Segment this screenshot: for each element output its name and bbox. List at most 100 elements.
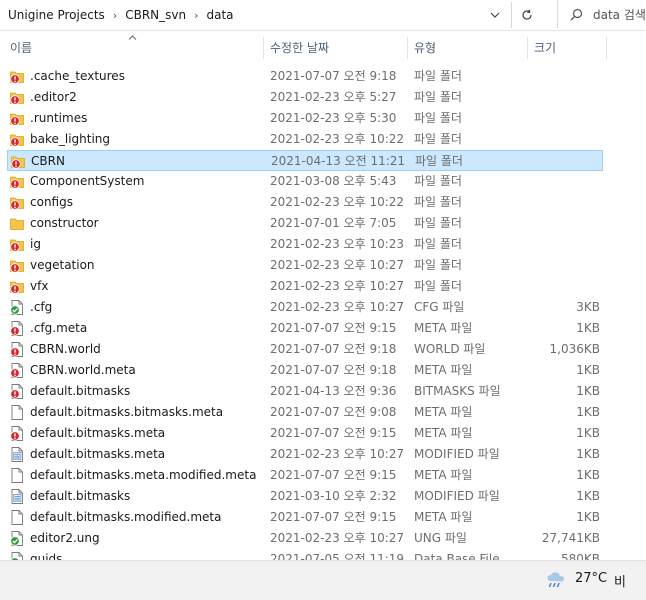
search-input[interactable]: data 검색	[593, 6, 646, 23]
file-name: configs	[30, 195, 73, 209]
file-modified-date: 2021-07-07 오전 9:18	[270, 363, 397, 377]
refresh-button[interactable]	[514, 4, 540, 26]
chevron-right-icon[interactable]: ›	[113, 9, 117, 22]
file-size: 3KB	[576, 300, 600, 314]
file-type: META 파일	[414, 426, 473, 440]
file-type: BITMASKS 파일	[414, 384, 501, 398]
file-row[interactable]: default.bitmasks 2021-03-10 오후 2:32 MODIFI…	[7, 486, 603, 507]
file-row[interactable]: CBRN 2021-04-13 오전 11:21 파일 폴더	[7, 150, 603, 171]
file-row[interactable]: ComponentSystem 2021-03-08 오후 5:43 파일 폴더	[7, 171, 603, 192]
file-modified-date: 2021-04-13 오전 9:36	[270, 384, 397, 398]
file-type: 파일 폴더	[414, 258, 462, 272]
file-row[interactable]: .runtimes 2021-02-23 오후 5:30 파일 폴더	[7, 108, 603, 129]
file-row[interactable]: .cfg.meta 2021-07-07 오전 9:15 META 파일 1KB	[7, 318, 603, 339]
weather-temperature[interactable]: 27°C	[575, 571, 607, 586]
file-name: editor2.ung	[30, 531, 100, 545]
address-bar[interactable]: Unigine Projects › CBRN_svn › data data …	[0, 0, 646, 31]
file-name: ComponentSystem	[30, 174, 145, 188]
file-modified-date: 2021-07-07 오전 9:08	[270, 405, 397, 419]
folder-conflict-icon	[10, 279, 24, 294]
file-size: 1KB	[576, 405, 600, 419]
file-icon	[10, 468, 24, 483]
file-name: .editor2	[30, 90, 77, 104]
file-modified-date: 2021-02-23 오후 5:30	[270, 111, 397, 125]
address-history-dropdown[interactable]	[484, 4, 506, 26]
chevron-right-icon[interactable]: ›	[194, 9, 198, 22]
search-icon	[570, 8, 583, 20]
file-row[interactable]: .editor2 2021-02-23 오후 5:27 파일 폴더	[7, 87, 603, 108]
folder-conflict-icon	[10, 111, 24, 126]
breadcrumb-item-data[interactable]: data	[207, 8, 234, 22]
file-icon	[10, 510, 24, 525]
file-modified-date: 2021-07-07 오전 9:15	[270, 426, 397, 440]
breadcrumb-item-unigine-projects[interactable]: Unigine Projects	[8, 8, 105, 22]
column-header-size[interactable]: 크기	[534, 31, 556, 63]
file-row[interactable]: default.bitmasks.meta 2021-07-07 오전 9:15 M…	[7, 423, 603, 444]
file-row[interactable]: default.bitmasks.modified.meta 2021-07-07…	[7, 507, 603, 528]
breadcrumb: Unigine Projects › CBRN_svn › data	[8, 0, 234, 30]
folder-conflict-icon	[10, 237, 24, 252]
file-name: default.bitmasks.modified.meta	[30, 510, 222, 524]
file-lines-icon	[10, 489, 24, 504]
file-row[interactable]: CBRN.world.meta 2021-07-07 오전 9:18 META 파일…	[7, 360, 603, 381]
file-name: default.bitmasks.bitmasks.meta	[30, 405, 224, 419]
column-divider[interactable]	[263, 37, 264, 59]
file-modified-date: 2021-02-23 오후 10:27	[270, 279, 405, 293]
file-name: bake_lighting	[30, 132, 111, 146]
weather-condition[interactable]: 비	[614, 571, 626, 590]
breadcrumb-item-cbrn-svn[interactable]: CBRN_svn	[125, 8, 186, 22]
file-row[interactable]: bake_lighting 2021-02-23 오후 10:22 파일 폴더	[7, 129, 603, 150]
file-size: 1KB	[576, 468, 600, 482]
file-size: 1,036KB	[549, 342, 600, 356]
file-modified-date: 2021-04-13 오전 11:21	[271, 154, 406, 168]
file-ok-icon	[10, 531, 24, 546]
column-divider[interactable]	[606, 37, 607, 59]
file-row[interactable]: editor2.ung 2021-02-23 오후 10:27 UNG 파일 27,7…	[7, 528, 603, 549]
file-conflict-icon	[10, 426, 24, 441]
file-row[interactable]: constructor 2021-07-01 오후 7:05 파일 폴더	[7, 213, 603, 234]
file-type: 파일 폴더	[414, 132, 462, 146]
file-row[interactable]: .cache_textures 2021-07-07 오전 9:18 파일 폴더	[7, 66, 603, 87]
sort-ascending-icon	[128, 32, 137, 43]
folder-conflict-icon	[10, 69, 24, 84]
file-size: 1KB	[576, 489, 600, 503]
column-header-date[interactable]: 수정한 날짜	[270, 31, 329, 63]
file-row[interactable]: default.bitmasks 2021-04-13 오전 9:36 BITMAS…	[7, 381, 603, 402]
file-type: 파일 폴더	[415, 154, 463, 168]
file-name: ig	[30, 237, 41, 251]
file-row[interactable]: configs 2021-02-23 오후 10:22 파일 폴더	[7, 192, 603, 213]
file-name: vfx	[30, 279, 49, 293]
file-row[interactable]: vfx 2021-02-23 오후 10:27 파일 폴더	[7, 276, 603, 297]
file-type: META 파일	[414, 405, 473, 419]
rain-cloud-icon[interactable]	[545, 571, 567, 589]
file-size: 1KB	[576, 384, 600, 398]
file-row[interactable]: default.bitmasks.meta.modified.meta 2021-…	[7, 465, 603, 486]
file-size: 1KB	[576, 321, 600, 335]
column-headers: 이름 수정한 날짜 유형 크기	[0, 31, 646, 63]
file-name: .cfg.meta	[30, 321, 88, 335]
file-name: .runtimes	[30, 111, 88, 125]
file-type: META 파일	[414, 363, 473, 377]
file-row[interactable]: vegetation 2021-02-23 오후 10:27 파일 폴더	[7, 255, 603, 276]
column-divider[interactable]	[407, 37, 408, 59]
file-modified-date: 2021-07-07 오전 9:15	[270, 321, 397, 335]
file-name: vegetation	[30, 258, 95, 272]
file-row[interactable]: default.bitmasks.bitmasks.meta 2021-07-07…	[7, 402, 603, 423]
file-modified-date: 2021-02-23 오후 10:27	[270, 447, 405, 461]
file-row[interactable]: CBRN.world 2021-07-07 오전 9:18 WORLD 파일 1,03…	[7, 339, 603, 360]
file-type: MODIFIED 파일	[414, 447, 500, 461]
column-divider[interactable]	[527, 37, 528, 59]
column-header-name[interactable]: 이름	[10, 31, 32, 63]
file-modified-date: 2021-02-23 오후 10:27	[270, 258, 405, 272]
file-modified-date: 2021-07-01 오후 7:05	[270, 216, 397, 230]
file-name: CBRN	[31, 154, 65, 168]
file-row[interactable]: ig 2021-02-23 오후 10:23 파일 폴더	[7, 234, 603, 255]
file-conflict-icon	[10, 342, 24, 357]
file-row[interactable]: default.bitmasks.meta 2021-02-23 오후 10:27…	[7, 444, 603, 465]
file-conflict-icon	[10, 384, 24, 399]
search-box[interactable]: data 검색	[557, 0, 646, 28]
file-modified-date: 2021-02-23 오후 5:27	[270, 90, 397, 104]
file-type: META 파일	[414, 510, 473, 524]
column-header-type[interactable]: 유형	[414, 31, 436, 63]
file-row[interactable]: .cfg 2021-02-23 오후 10:27 CFG 파일 3KB	[7, 297, 603, 318]
